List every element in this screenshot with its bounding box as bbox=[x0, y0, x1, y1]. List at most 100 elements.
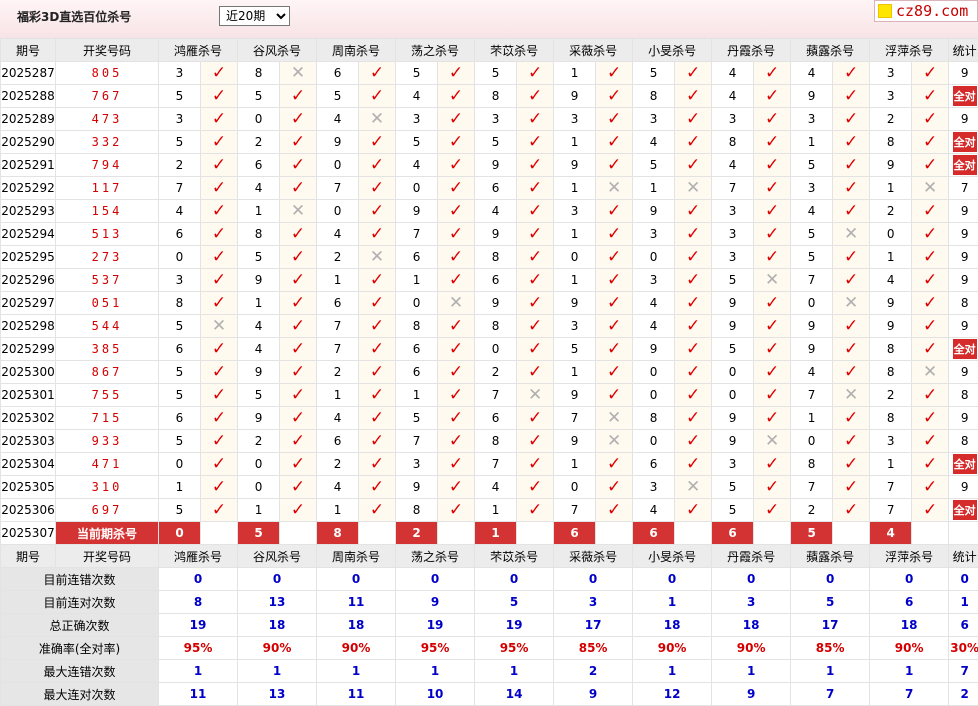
kill-number-cell: 4 bbox=[475, 200, 517, 223]
check-icon: ✓ bbox=[528, 362, 542, 382]
check-icon: ✓ bbox=[765, 385, 779, 405]
check-icon: ✓ bbox=[686, 316, 700, 336]
kill-number-cell: 2 bbox=[317, 453, 359, 476]
check-icon: ✓ bbox=[370, 86, 384, 106]
kill-number-cell: 5 bbox=[396, 131, 438, 154]
kill-number-cell: 9 bbox=[870, 292, 912, 315]
result-mark-cell: ✓ bbox=[359, 269, 396, 292]
check-icon: ✓ bbox=[528, 109, 542, 129]
result-mark-cell: ✓ bbox=[201, 131, 238, 154]
stat-cell: 9 bbox=[949, 476, 978, 499]
issue-cell: 2025296 bbox=[1, 269, 56, 292]
kill-number-cell: 5 bbox=[159, 430, 201, 453]
issue-cell: 2025292 bbox=[1, 177, 56, 200]
result-mark-cell: ✕ bbox=[280, 200, 317, 223]
all-correct-badge: 全对 bbox=[953, 132, 977, 152]
check-icon: ✓ bbox=[291, 477, 305, 497]
kill-number-cell: 2 bbox=[870, 108, 912, 131]
kill-number-cell: 6 bbox=[475, 407, 517, 430]
check-icon: ✓ bbox=[528, 86, 542, 106]
check-icon: ✓ bbox=[370, 500, 384, 520]
check-icon: ✓ bbox=[923, 201, 937, 221]
cross-icon: ✕ bbox=[844, 385, 858, 405]
table-row: 20252952730✓5✓2✕6✓8✓0✓0✓3✓5✓1✓9 bbox=[1, 246, 978, 269]
check-icon: ✓ bbox=[291, 454, 305, 474]
stats-row: 最大连对次数11131110149129772 bbox=[1, 683, 978, 706]
issue-cell: 2025289 bbox=[1, 108, 56, 131]
check-icon: ✓ bbox=[607, 385, 621, 405]
cross-icon: ✕ bbox=[686, 178, 700, 198]
stats-value: 17 bbox=[791, 614, 870, 637]
current-kill-number: 1 bbox=[475, 522, 517, 545]
correct-count: 7 bbox=[961, 181, 969, 195]
result-mark-cell: ✓ bbox=[517, 154, 554, 177]
result-mark-cell: ✓ bbox=[596, 223, 633, 246]
result-mark-cell: ✓ bbox=[438, 430, 475, 453]
result-mark-cell: ✓ bbox=[280, 108, 317, 131]
stat-cell: 全对 bbox=[949, 131, 978, 154]
kill-number-cell: 9 bbox=[317, 131, 359, 154]
kill-number-cell: 5 bbox=[396, 407, 438, 430]
kill-number-cell: 7 bbox=[554, 407, 596, 430]
kill-number-cell: 5 bbox=[396, 62, 438, 85]
col-header-expert: 小旻杀号 bbox=[633, 545, 712, 568]
stats-total: 30% bbox=[949, 637, 978, 660]
result-mark-cell: ✕ bbox=[912, 177, 949, 200]
result-mark-cell: ✓ bbox=[833, 131, 870, 154]
table-row: 20253027156✓9✓4✓5✓6✓7✕8✓9✓1✓8✓9 bbox=[1, 407, 978, 430]
result-mark-cell: ✓ bbox=[280, 154, 317, 177]
check-icon: ✓ bbox=[291, 362, 305, 382]
kill-number-cell: 3 bbox=[791, 108, 833, 131]
check-icon: ✓ bbox=[370, 293, 384, 313]
current-kill-number: 5 bbox=[238, 522, 280, 545]
draw-number-cell: 867 bbox=[56, 361, 159, 384]
stats-value: 0 bbox=[475, 568, 554, 591]
result-mark-cell: ✓ bbox=[675, 499, 712, 522]
stats-value: 9 bbox=[554, 683, 633, 706]
result-mark-cell: ✓ bbox=[675, 407, 712, 430]
site-logo[interactable]: cz89.com bbox=[874, 0, 978, 22]
kill-number-cell: 2 bbox=[317, 246, 359, 269]
result-mark-cell: ✓ bbox=[359, 499, 396, 522]
draw-number-cell: 805 bbox=[56, 62, 159, 85]
stats-value: 1 bbox=[396, 660, 475, 683]
stats-value: 95% bbox=[475, 637, 554, 660]
check-icon: ✓ bbox=[844, 109, 858, 129]
result-mark-cell: ✓ bbox=[675, 85, 712, 108]
check-icon: ✓ bbox=[449, 224, 463, 244]
table-row: 20253017555✓5✓1✓1✓7✕9✓0✓0✓7✕2✓8 bbox=[1, 384, 978, 407]
draw-number-cell: 471 bbox=[56, 453, 159, 476]
kill-number-cell: 0 bbox=[712, 361, 754, 384]
check-icon: ✓ bbox=[449, 408, 463, 428]
check-icon: ✓ bbox=[291, 316, 305, 336]
all-correct-badge: 全对 bbox=[953, 86, 977, 106]
kill-number-cell: 4 bbox=[712, 62, 754, 85]
kill-number-cell: 5 bbox=[159, 315, 201, 338]
result-mark-cell: ✓ bbox=[833, 315, 870, 338]
result-mark-cell: ✓ bbox=[833, 476, 870, 499]
result-mark-cell: ✓ bbox=[280, 177, 317, 200]
result-mark-cell: ✓ bbox=[675, 269, 712, 292]
kill-number-cell: 5 bbox=[238, 246, 280, 269]
stats-row: 准确率(全对率)95%90%90%95%95%85%90%90%85%90%30… bbox=[1, 637, 978, 660]
check-icon: ✓ bbox=[449, 178, 463, 198]
current-kill-number: 5 bbox=[791, 522, 833, 545]
result-mark-cell: ✓ bbox=[280, 223, 317, 246]
stat-cell: 全对 bbox=[949, 338, 978, 361]
stats-value: 1 bbox=[870, 660, 949, 683]
stats-value: 19 bbox=[396, 614, 475, 637]
result-mark-cell: ✓ bbox=[517, 292, 554, 315]
kill-number-cell: 0 bbox=[554, 246, 596, 269]
result-mark-cell: ✓ bbox=[912, 154, 949, 177]
correct-count: 9 bbox=[961, 227, 969, 241]
period-select[interactable]: 近20期 bbox=[219, 6, 290, 26]
cross-icon: ✕ bbox=[765, 431, 779, 451]
kill-number-cell: 6 bbox=[396, 338, 438, 361]
kill-number-cell: 9 bbox=[791, 338, 833, 361]
kill-number-cell: 3 bbox=[870, 62, 912, 85]
result-mark-cell: ✓ bbox=[754, 499, 791, 522]
stats-value: 7 bbox=[870, 683, 949, 706]
check-icon: ✓ bbox=[370, 178, 384, 198]
result-mark-cell: ✓ bbox=[833, 499, 870, 522]
correct-count: 8 bbox=[961, 388, 969, 402]
